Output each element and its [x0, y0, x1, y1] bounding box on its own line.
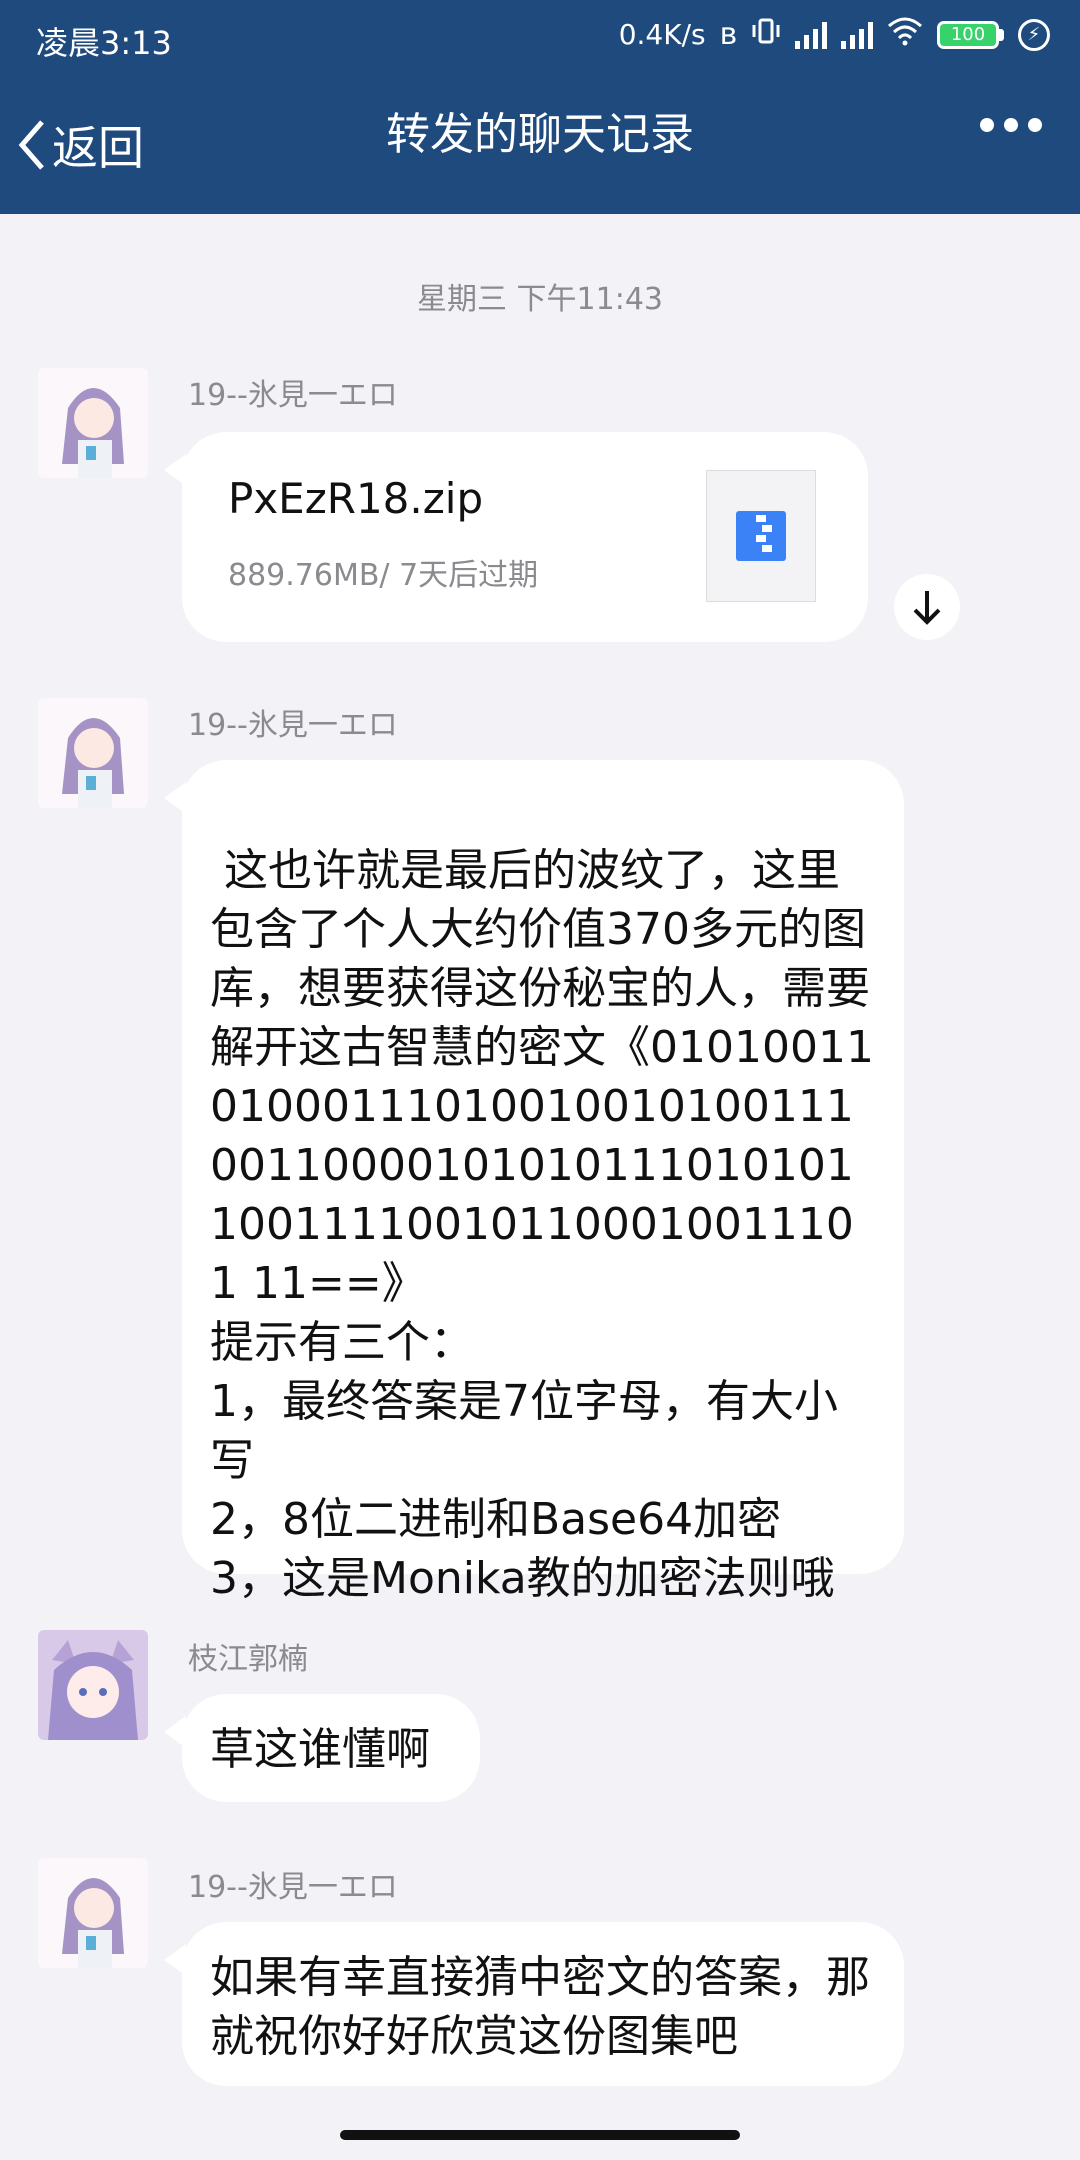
- text-message-bubble[interactable]: 如果有幸直接猜中密文的答案，那就祝你好好欣赏这份图集吧: [164, 1922, 904, 2086]
- message-text: 草这谁懂啊: [210, 1724, 430, 1775]
- text-message-bubble[interactable]: 草这谁懂啊: [164, 1694, 480, 1802]
- avatar[interactable]: [38, 698, 148, 808]
- file-name: PxEzR18.zip: [228, 474, 484, 523]
- status-time: 凌晨3:13: [36, 24, 172, 62]
- status-bar: 凌晨3:13 0.4K/s ʙ 100 ⚡: [0, 0, 1080, 78]
- avatar[interactable]: [38, 1630, 148, 1740]
- file-meta: 889.76MB/ 7天后过期: [228, 558, 539, 593]
- battery-level: 100: [937, 20, 999, 49]
- more-dot-icon: [1028, 118, 1042, 132]
- download-button[interactable]: [894, 574, 960, 640]
- date-separator: 星期三 下午11:43: [417, 282, 663, 317]
- sender-name: 19--氷見一エロ: [188, 708, 398, 743]
- message-text: 这也许就是最后的波纹了，这里包含了个人大约价值370多元的图库，想要获得这份秘宝…: [210, 845, 874, 1604]
- avatar[interactable]: [38, 368, 148, 478]
- avatar[interactable]: [38, 1858, 148, 1968]
- more-options-button[interactable]: [980, 118, 1042, 132]
- message-text: 如果有幸直接猜中密文的答案，那就祝你好好欣赏这份图集吧: [210, 1952, 870, 2062]
- page-title: 转发的聊天记录: [386, 109, 694, 160]
- nav-bar: 返回 转发的聊天记录: [0, 78, 1080, 214]
- home-indicator[interactable]: [340, 2130, 740, 2140]
- vibrate-icon: [751, 16, 781, 53]
- download-arrow-icon: [913, 591, 941, 625]
- bluetooth-icon: ʙ: [719, 17, 737, 52]
- network-speed: 0.4K/s: [618, 18, 706, 51]
- file-message-bubble[interactable]: PxEzR18.zip 889.76MB/ 7天后过期: [164, 432, 868, 642]
- signal-icon: [795, 21, 827, 49]
- status-icons: 0.4K/s ʙ 100 ⚡: [619, 16, 1050, 53]
- app-header: 凌晨3:13 0.4K/s ʙ 100 ⚡ 返回 转发的聊天记录: [0, 0, 1080, 214]
- sender-name: 19--氷見一エロ: [188, 1870, 398, 1905]
- sender-name: 枝江郭楠: [188, 1642, 308, 1677]
- battery-icon: 100: [937, 20, 1004, 49]
- charging-icon: ⚡: [1018, 18, 1050, 51]
- sender-name: 19--氷見一エロ: [188, 378, 398, 413]
- more-dot-icon: [980, 118, 994, 132]
- signal-icon: [841, 21, 873, 49]
- more-dot-icon: [1004, 118, 1018, 132]
- text-message-bubble[interactable]: 这也许就是最后的波纹了，这里包含了个人大约价值370多元的图库，想要获得这份秘宝…: [164, 760, 904, 1604]
- wifi-icon: [887, 16, 923, 53]
- zip-file-icon: [706, 470, 816, 602]
